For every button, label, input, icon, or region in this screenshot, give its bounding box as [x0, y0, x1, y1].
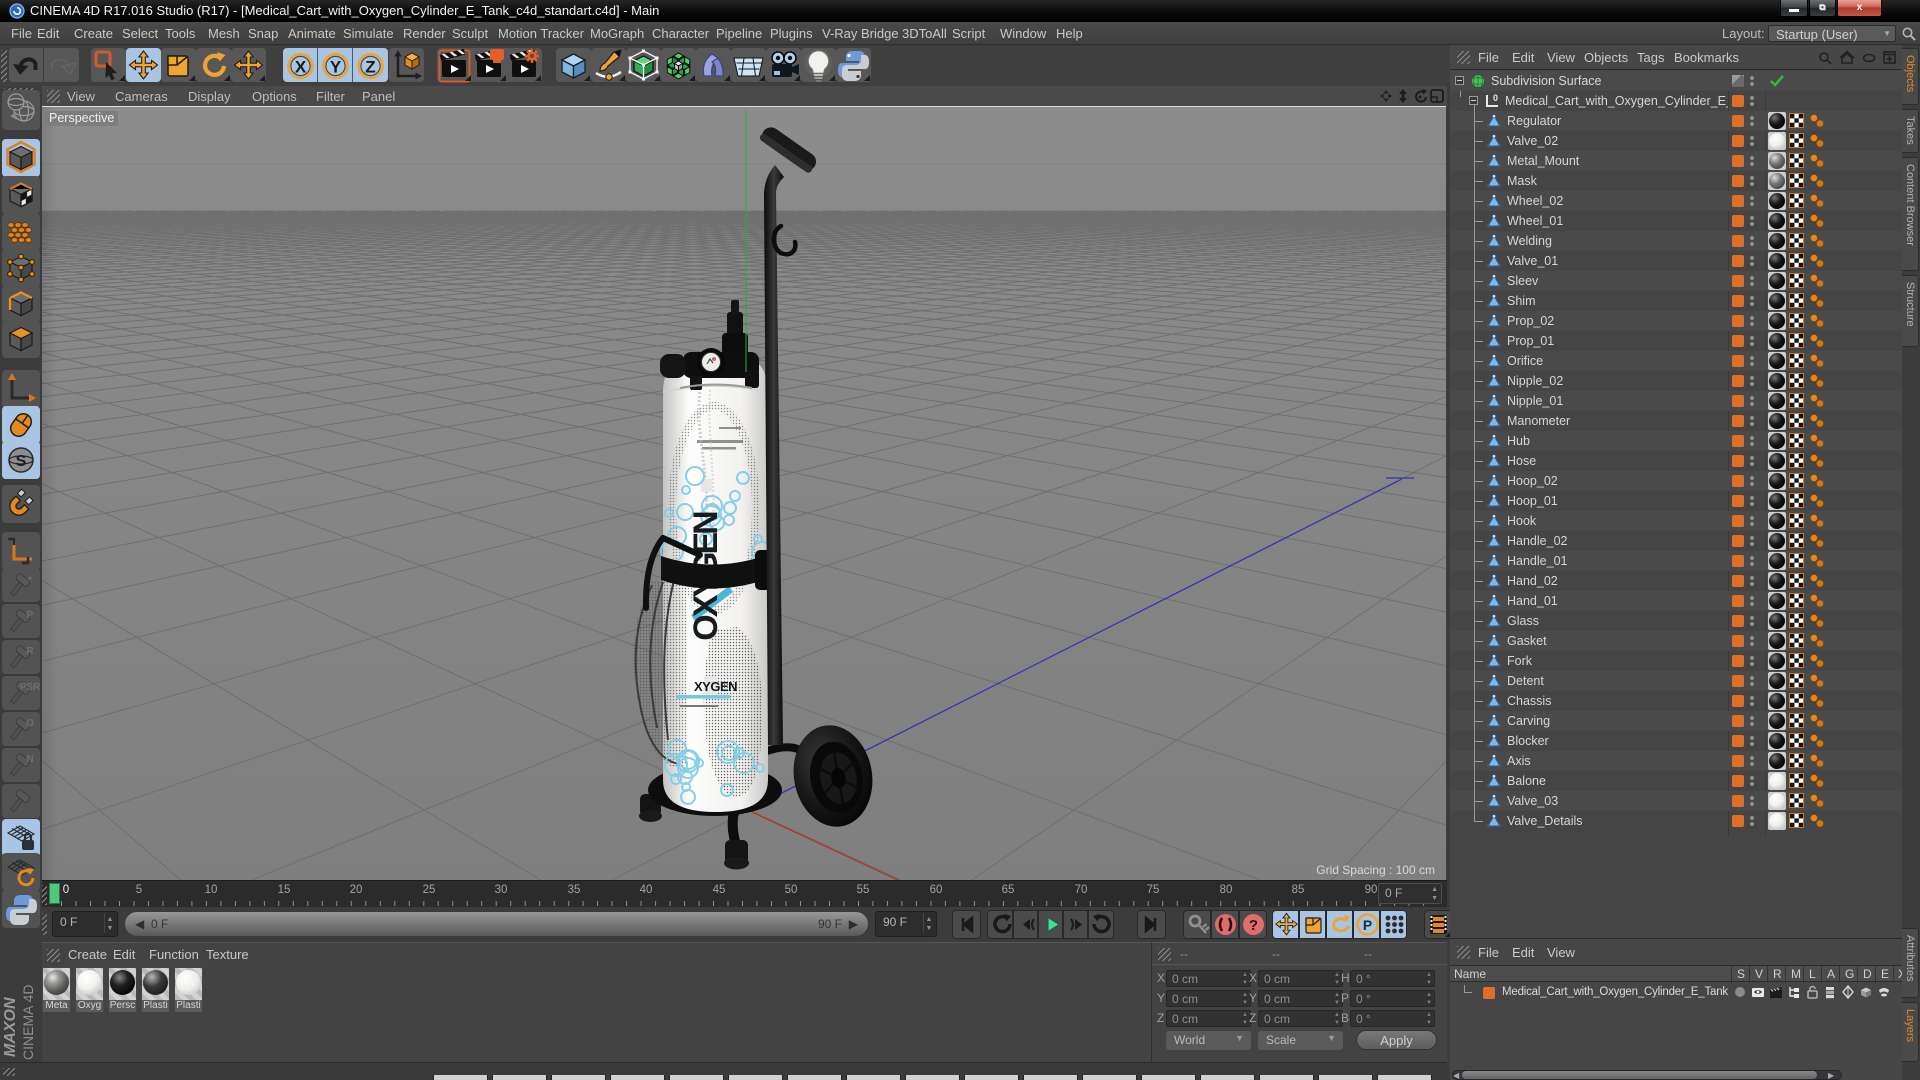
svg-text:0: 0 [1493, 93, 1498, 103]
svg-text:P: P [27, 610, 34, 621]
svg-text:XYGEN: XYGEN [694, 679, 737, 694]
svg-text:PSR: PSR [20, 682, 40, 693]
svg-text:R: R [26, 646, 34, 657]
svg-text:?: ? [1249, 917, 1258, 934]
svg-text:P: P [1363, 917, 1372, 933]
svg-text:S: S [16, 453, 27, 470]
svg-text:Z: Z [365, 58, 375, 77]
svg-text:+: + [27, 574, 33, 585]
svg-text:X: X [295, 58, 307, 77]
svg-text:O: O [26, 718, 34, 729]
svg-text:N: N [26, 754, 33, 765]
svg-text:Y: Y [330, 58, 342, 77]
